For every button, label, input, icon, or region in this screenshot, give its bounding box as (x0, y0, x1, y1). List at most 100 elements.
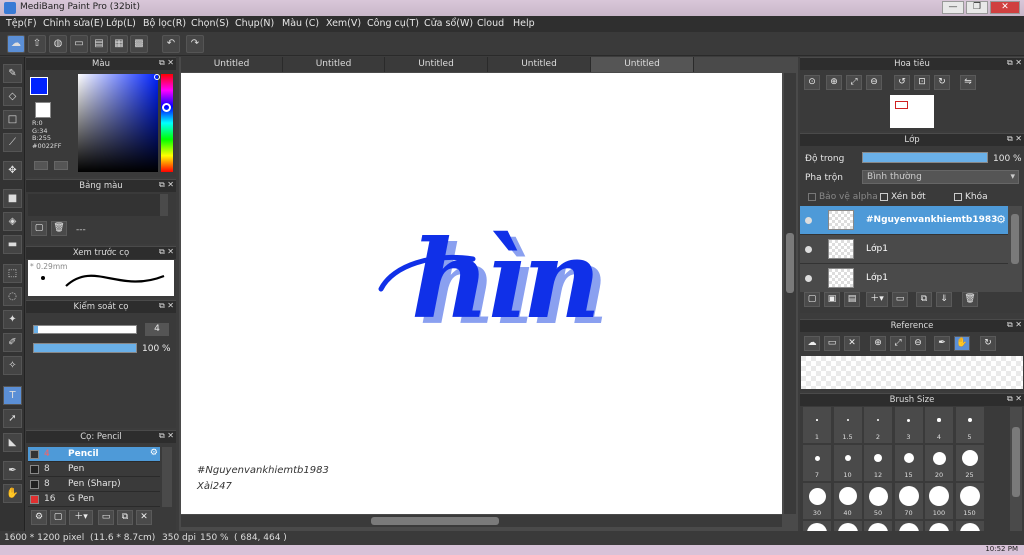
brush-list-scrollbar[interactable] (162, 447, 172, 507)
maximize-button[interactable]: ❐ (966, 1, 988, 14)
brush-size-cell[interactable]: 4 (925, 407, 953, 443)
visibility-eye-icon[interactable] (805, 275, 812, 282)
brush-size-cell[interactable]: 15 (894, 445, 923, 481)
select-pen-icon[interactable]: ✐ (3, 333, 22, 352)
new-halftone-layer-icon[interactable]: ▣ (824, 292, 840, 307)
brush-size-cell[interactable] (803, 521, 831, 531)
tiles-icon[interactable]: ▩ (130, 35, 148, 53)
horizontal-scrollbar[interactable] (181, 515, 782, 527)
brush-size-cell[interactable]: 2 (864, 407, 892, 443)
ref-zoom-in-icon[interactable]: ⊕ (870, 336, 886, 351)
horizontal-scroll-thumb[interactable] (371, 517, 499, 525)
layer-row[interactable]: #Nguyenvankhiemtb1983 ⚙ (800, 206, 1008, 235)
palette-scrollbar[interactable] (160, 194, 168, 216)
move-tool-icon[interactable]: ✥ (3, 161, 22, 180)
select-eraser-icon[interactable]: ✧ (3, 356, 22, 375)
doc-tab[interactable]: Untitled (283, 57, 385, 72)
hue-slider-handle[interactable] (162, 103, 171, 112)
brush-size-cell[interactable] (894, 521, 923, 531)
menu-select[interactable]: Chọn(S) (191, 18, 229, 29)
gradient-tool-icon[interactable]: ▬ (3, 235, 22, 254)
brush-size-cell[interactable]: 10 (833, 445, 862, 481)
rotate-left-icon[interactable]: ↺ (894, 75, 910, 90)
merge-down-icon[interactable]: ⇓ (936, 292, 952, 307)
zoom-out-icon[interactable]: ⊖ (866, 75, 882, 90)
brush-size-cell[interactable]: 12 (864, 445, 892, 481)
zoom-in-icon[interactable]: ⊕ (826, 75, 842, 90)
panel-controls-icon[interactable]: ⧉ ✕ (1007, 134, 1022, 144)
brush-size-cell[interactable]: 7 (803, 445, 831, 481)
panel-controls-icon[interactable]: ⧉ ✕ (159, 58, 174, 68)
select-rect-icon[interactable]: ⬚ (3, 264, 22, 283)
undo-icon[interactable]: ↶ (162, 35, 180, 53)
menu-file[interactable]: Tệp(F) (6, 18, 37, 29)
close-reference-icon[interactable]: ✕ (844, 336, 860, 351)
ref-fit-icon[interactable]: ⤢ (890, 336, 906, 351)
color-swap-button[interactable] (54, 161, 68, 170)
divide-tool-icon[interactable]: ◣ (3, 433, 22, 452)
background-color-swatch[interactable] (35, 102, 51, 118)
visibility-eye-icon[interactable] (805, 217, 812, 224)
new-8bit-layer-icon[interactable]: ▤ (844, 292, 860, 307)
upload-icon[interactable]: ⇧ (28, 35, 46, 53)
brush-size-cell[interactable] (833, 521, 862, 531)
brush-opacity-slider[interactable] (33, 343, 137, 353)
brush-size-cell[interactable]: 1 (803, 407, 831, 443)
menu-capture[interactable]: Chụp(N) (235, 18, 274, 29)
brush-delete-icon[interactable]: ✕ (136, 510, 152, 525)
menu-edit[interactable]: Chỉnh sửa(E) (43, 18, 104, 29)
ref-zoom-out-icon[interactable]: ⊖ (910, 336, 926, 351)
bucket-tool-icon[interactable]: ◈ (3, 212, 22, 231)
layer-scroll-thumb[interactable] (1011, 214, 1019, 264)
hand-tool-icon[interactable]: ✋ (3, 484, 22, 503)
saturation-value-picker[interactable] (78, 74, 158, 172)
panel-controls-icon[interactable]: ⧉ ✕ (159, 301, 174, 311)
brush-size-cell[interactable]: 5 (955, 407, 984, 443)
gear-icon[interactable]: ⚙ (150, 448, 158, 458)
brush-settings-icon[interactable]: ⚙ (31, 510, 47, 525)
blend-mode-select[interactable]: Bình thường ▾ (862, 170, 1019, 184)
brush-size-scroll-thumb[interactable] (1012, 427, 1020, 497)
menu-color[interactable]: Màu (C) (282, 18, 319, 29)
menu-window[interactable]: Cửa sổ(W) (424, 18, 473, 29)
doc-tab-active[interactable]: Untitled (591, 57, 694, 72)
navigator-viewport[interactable] (895, 101, 908, 109)
brush-size-cell[interactable]: 70 (894, 483, 923, 519)
hue-slider[interactable] (161, 74, 173, 172)
vertical-scrollbar[interactable] (784, 73, 796, 514)
brush-size-scrollbar[interactable] (1010, 407, 1022, 531)
menu-cloud[interactable]: Cloud (477, 18, 504, 29)
doc-tab[interactable]: Untitled (385, 57, 488, 72)
brush-size-cell[interactable] (955, 521, 984, 531)
menu-filter[interactable]: Bộ lọc(R) (143, 18, 186, 29)
menu-view[interactable]: Xem(V) (326, 18, 361, 29)
brush-list-item[interactable]: 4 Pencil ⚙ (28, 447, 160, 462)
ref-hand-icon[interactable]: ✋ (954, 336, 970, 351)
new-brush-icon[interactable]: ▢ (50, 510, 66, 525)
doc-tab[interactable]: Untitled (181, 57, 283, 72)
flip-icon[interactable]: ⇋ (960, 75, 976, 90)
layer-row[interactable]: Lớp1 (800, 235, 1008, 264)
clipping-checkbox[interactable]: Xén bớt (880, 192, 926, 202)
panel-controls-icon[interactable]: ⧉ ✕ (159, 431, 174, 441)
lasso-icon[interactable]: ◌ (3, 287, 22, 306)
reset-view-icon[interactable]: ⊡ (914, 75, 930, 90)
duplicate-icon[interactable]: ⧉ (117, 510, 133, 525)
eraser-tool-icon[interactable]: ◇ (3, 87, 22, 106)
duplicate-layer-icon[interactable]: ⧉ (916, 292, 932, 307)
drawing-canvas[interactable]: hìn hìn #Nguyenvankhiemtb1983 Xài247 (181, 73, 782, 514)
color-mode-button[interactable] (34, 161, 48, 170)
page-icon[interactable]: ▤ (90, 35, 108, 53)
fill-rect-tool-icon[interactable]: ■ (3, 189, 22, 208)
text-tool-icon[interactable]: T (3, 386, 22, 405)
dot-tool-icon[interactable]: □ (3, 110, 22, 129)
panel-controls-icon[interactable]: ⧉ ✕ (159, 247, 174, 257)
menu-layer[interactable]: Lớp(L) (106, 18, 136, 29)
new-palette-icon[interactable]: ▢ (31, 221, 47, 236)
brush-size-cell[interactable] (864, 521, 892, 531)
close-button[interactable]: ✕ (990, 1, 1020, 14)
brush-size-cell[interactable]: 3 (894, 407, 923, 443)
brush-size-cell[interactable]: 1.5 (833, 407, 862, 443)
redo-icon[interactable]: ↷ (186, 35, 204, 53)
folder-icon[interactable]: ▭ (98, 510, 114, 525)
